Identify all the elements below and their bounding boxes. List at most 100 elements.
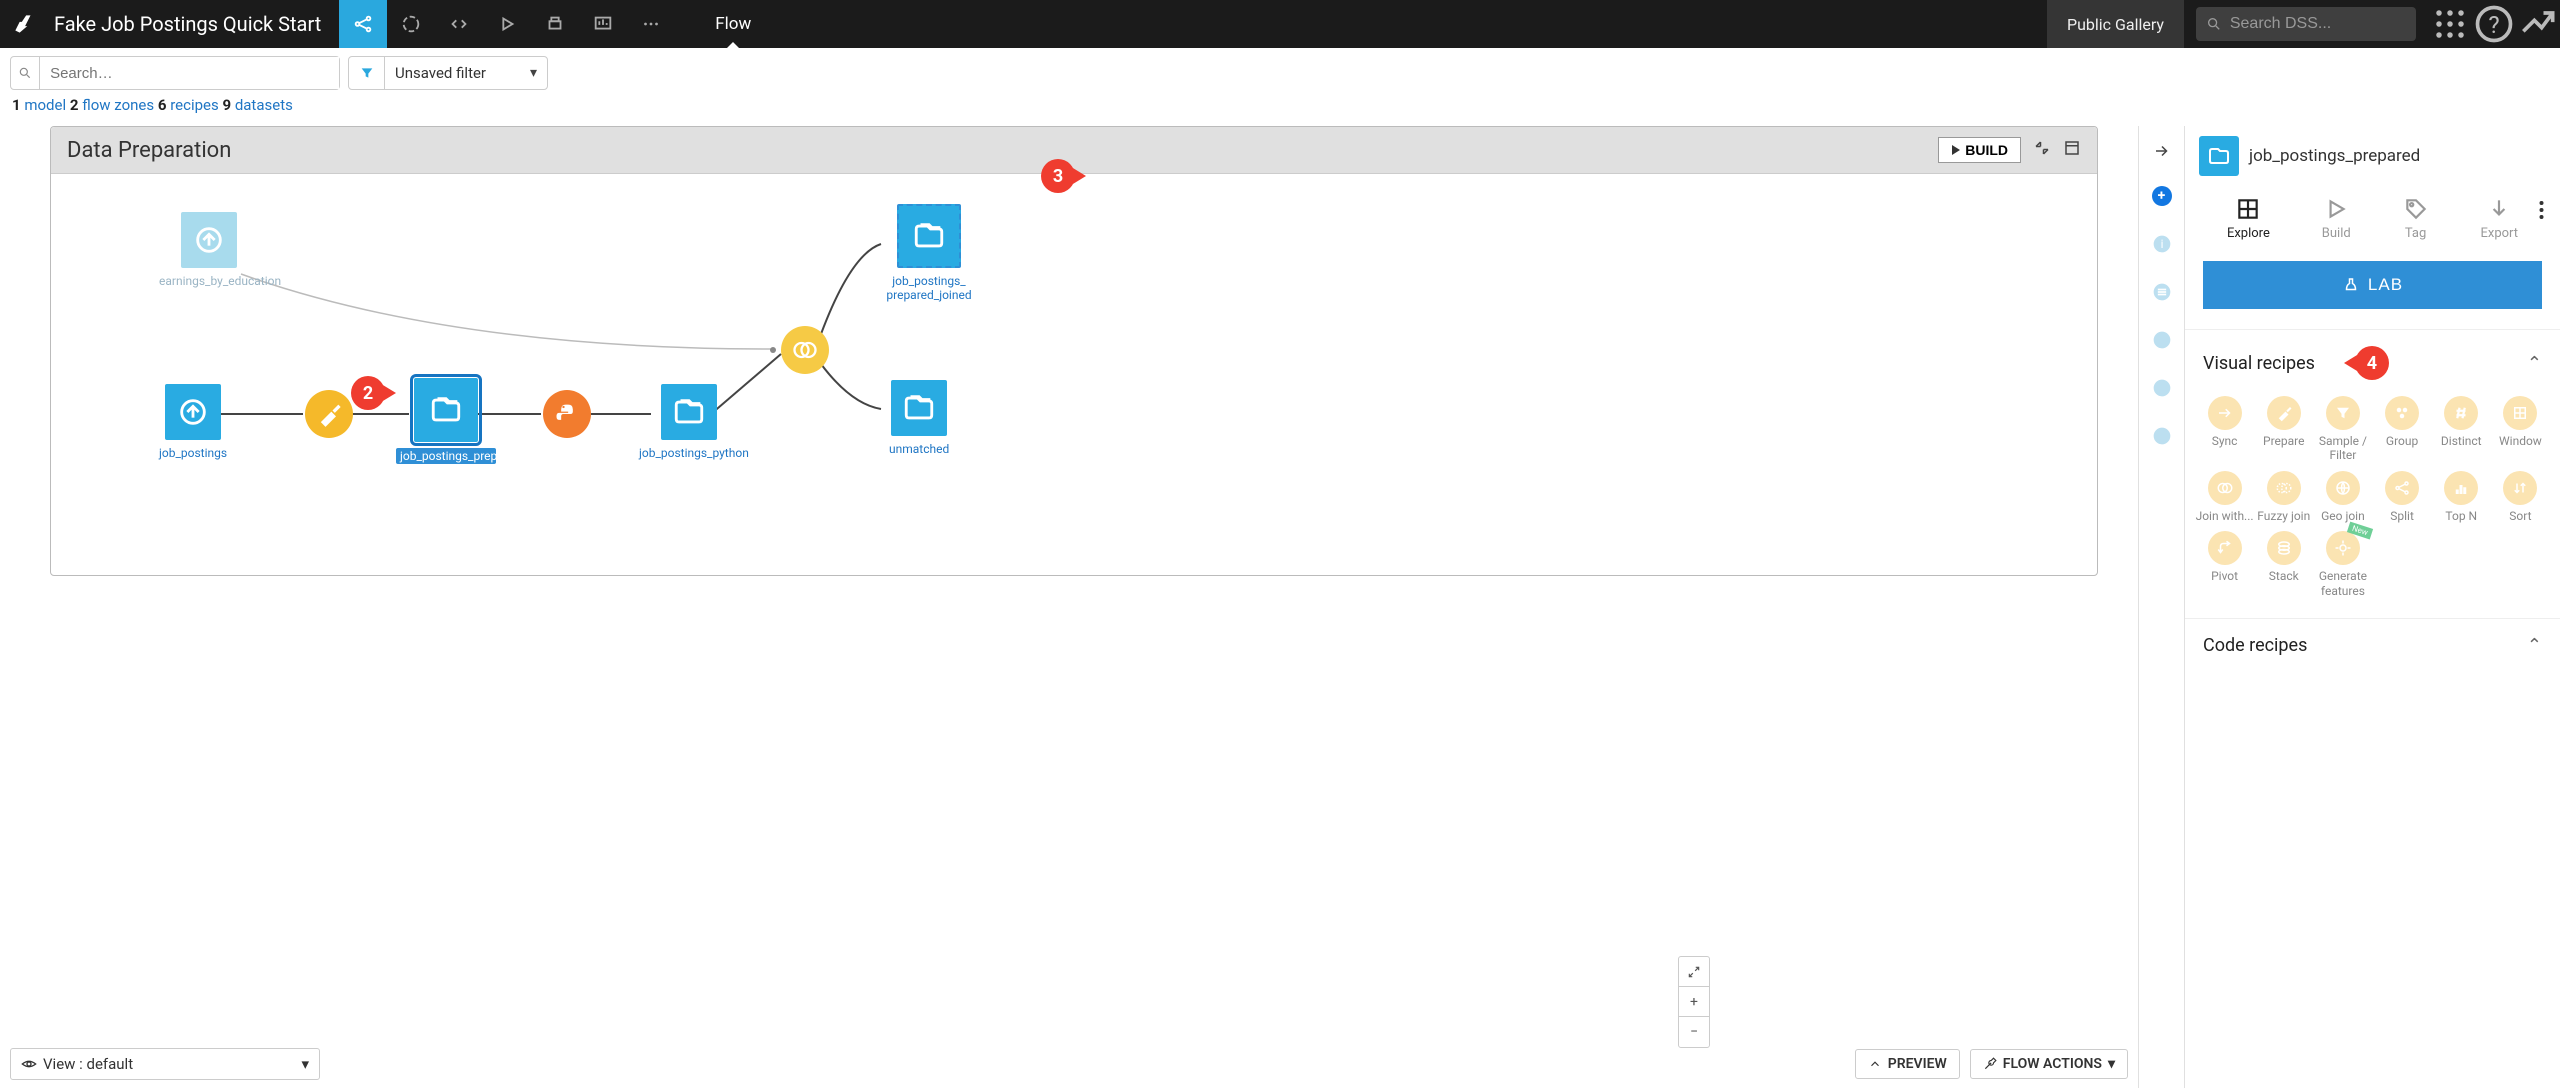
panel-actions: Explore Build Tag Export	[2185, 186, 2560, 251]
datasets-count: 9	[222, 96, 231, 114]
rail-list-icon[interactable]	[2152, 282, 2172, 302]
global-search[interactable]	[2196, 7, 2416, 41]
recipe-join[interactable]: Join with...	[2195, 467, 2254, 527]
recipe-python[interactable]	[543, 390, 591, 438]
action-build[interactable]: Build	[2322, 196, 2351, 241]
recipe-group[interactable]: Group	[2373, 392, 2432, 467]
rail-chat-icon[interactable]	[2152, 330, 2172, 350]
dataset-unmatched[interactable]: unmatched	[889, 380, 949, 456]
flow-search-input[interactable]	[40, 57, 339, 89]
dataset-job-postings-prepared-joined[interactable]: job_postings_prepared_joined	[879, 204, 979, 302]
recipe-join[interactable]	[781, 326, 829, 374]
node-label: unmatched	[889, 442, 949, 456]
expand-arrow-icon[interactable]	[2153, 142, 2171, 164]
apps-icon[interactable]	[2428, 0, 2472, 48]
tab-dashboard-icon[interactable]	[579, 0, 627, 48]
dataset-job-postings-python[interactable]: job_postings_python	[639, 384, 739, 460]
dataset-type-icon	[2199, 136, 2239, 176]
recipe-sample-filter[interactable]: Sample / Filter	[2313, 392, 2372, 467]
tab-loop-icon[interactable]	[387, 0, 435, 48]
fullscreen-icon[interactable]	[2063, 139, 2081, 161]
download-icon	[2486, 196, 2512, 222]
recipe-split[interactable]: Split	[2373, 467, 2432, 527]
project-title[interactable]: Fake Job Postings Quick Start	[48, 12, 339, 36]
global-search-input[interactable]	[2230, 15, 2406, 33]
zoom-fit-button[interactable]	[1679, 957, 1709, 987]
chevron-up-icon: ⌃	[2527, 353, 2542, 374]
chevron-up-icon: ⌃	[2527, 635, 2542, 656]
play-icon	[2323, 196, 2349, 222]
tab-code-icon[interactable]	[435, 0, 483, 48]
action-tag[interactable]: Tag	[2403, 196, 2429, 241]
rail-add-icon[interactable]: +	[2152, 186, 2172, 206]
filterbar: Unsaved filter ▾	[0, 48, 2560, 94]
node-label: job_postings_prepared	[396, 448, 496, 464]
node-label: job_postings_prepared_joined	[879, 274, 979, 302]
visual-recipes-header[interactable]: Visual recipes 4 ⌃	[2185, 334, 2560, 392]
action-export[interactable]: Export	[2481, 196, 2519, 241]
flow-canvas-area[interactable]: Data Preparation BUILD	[0, 126, 2138, 1088]
recipe-generate-features[interactable]: NewGenerate features	[2313, 527, 2372, 602]
action-explore[interactable]: Explore	[2227, 196, 2270, 241]
wrench-icon	[1983, 1057, 1997, 1071]
play-icon	[1951, 145, 1961, 155]
activity-icon[interactable]	[2516, 0, 2560, 48]
zoom-controls: + −	[1678, 956, 1710, 1048]
zones-link[interactable]: flow zones	[82, 96, 154, 114]
dataset-job-postings[interactable]: job_postings	[159, 384, 227, 460]
lab-button[interactable]: LAB	[2203, 261, 2542, 309]
rail-lab-icon[interactable]	[2152, 378, 2172, 398]
rail-history-icon[interactable]	[2152, 426, 2172, 446]
zoom-in-button[interactable]: +	[1679, 987, 1709, 1017]
tab-print-icon[interactable]	[531, 0, 579, 48]
recipe-geo-join[interactable]: Geo join	[2313, 467, 2372, 527]
dataset-job-postings-prepared[interactable]: job_postings_prepared	[396, 378, 496, 464]
dataset-earnings-by-education[interactable]: earnings_by_education	[159, 212, 259, 288]
chevron-down-icon: ▾	[530, 65, 547, 81]
rail-info-icon[interactable]: i	[2152, 234, 2172, 254]
build-button[interactable]: BUILD	[1938, 137, 2021, 163]
logo-icon[interactable]	[0, 0, 48, 48]
filter-icon	[349, 57, 385, 89]
flow-breadcrumb-label[interactable]: Flow	[715, 14, 751, 34]
microscope-icon	[2342, 276, 2360, 294]
recipe-stack[interactable]: Stack	[2254, 527, 2313, 602]
recipe-pivot[interactable]: Pivot	[2195, 527, 2254, 602]
recipe-prepare[interactable]: Prepare	[2254, 392, 2313, 467]
collapse-icon[interactable]	[2033, 139, 2051, 161]
recipe-sync[interactable]: Sync	[2195, 392, 2254, 467]
model-link[interactable]: model	[24, 96, 66, 114]
recipe-distinct[interactable]: Distinct	[2432, 392, 2491, 467]
preview-button[interactable]: PREVIEW	[1855, 1049, 1960, 1079]
tab-more-icon[interactable]	[627, 0, 675, 48]
chevron-down-icon: ▾	[2108, 1056, 2115, 1072]
action-more-icon[interactable]	[2539, 200, 2544, 224]
tab-play-icon[interactable]	[483, 0, 531, 48]
recipes-link[interactable]: recipes	[170, 96, 219, 114]
datasets-link[interactable]: datasets	[235, 96, 293, 114]
code-recipes-header[interactable]: Code recipes ⌃	[2185, 623, 2560, 668]
flow-actions-button[interactable]: FLOW ACTIONS ▾	[1970, 1049, 2128, 1079]
filter-dropdown[interactable]: Unsaved filter ▾	[348, 56, 548, 90]
public-gallery-button[interactable]: Public Gallery	[2047, 0, 2184, 48]
recipe-window[interactable]: Window	[2491, 392, 2550, 467]
recipes-count: 6	[158, 96, 167, 114]
view-dropdown[interactable]: View : default ▾	[10, 1048, 320, 1080]
recipe-fuzzy-join[interactable]: Fuzzy join	[2254, 467, 2313, 527]
bottombar: View : default ▾ PREVIEW FLOW ACTIONS ▾	[10, 1048, 2128, 1080]
visual-recipes-grid: Sync Prepare Sample / Filter Group Disti…	[2185, 392, 2560, 614]
help-icon[interactable]: ?	[2472, 0, 2516, 48]
filter-label: Unsaved filter	[385, 64, 530, 82]
canvas[interactable]: earnings_by_education job_postings job_p…	[51, 174, 2097, 574]
recipe-topn[interactable]: Top N	[2432, 467, 2491, 527]
annotation-callout-2: 2	[351, 376, 385, 410]
flow-search[interactable]	[10, 56, 340, 90]
tag-icon	[2403, 196, 2429, 222]
right-rail: + i	[2138, 126, 2184, 1088]
zoom-out-button[interactable]: −	[1679, 1017, 1709, 1047]
node-label: job_postings	[159, 446, 227, 460]
recipe-prepare[interactable]	[305, 390, 353, 438]
recipe-sort[interactable]: Sort	[2491, 467, 2550, 527]
tab-flow[interactable]	[339, 0, 387, 48]
eye-icon	[21, 1056, 37, 1072]
